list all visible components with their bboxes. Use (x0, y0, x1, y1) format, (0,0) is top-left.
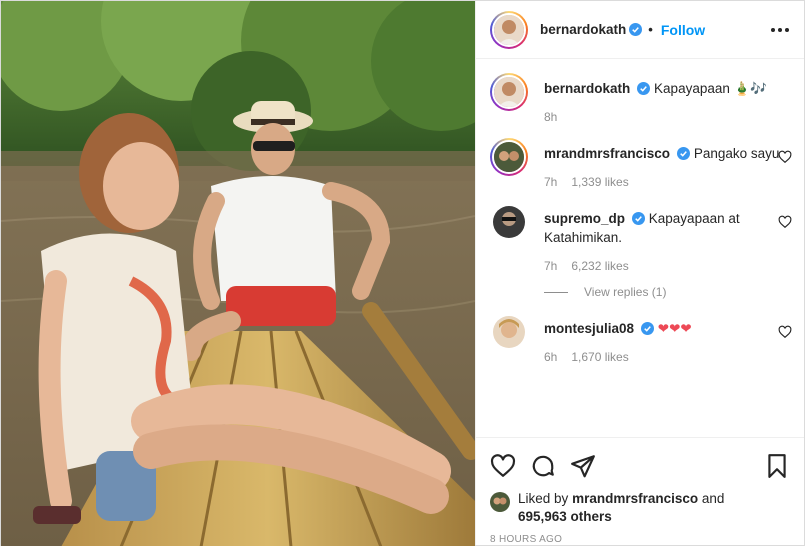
header-user: bernardokath • Follow (540, 22, 768, 38)
verified-icon (632, 212, 646, 225)
heart-icon[interactable] (490, 453, 516, 479)
comment-text: mrandmrsfrancisco Pangako sayu (544, 144, 792, 163)
verified-icon (641, 322, 655, 335)
action-bar: Liked by mrandmrsfrancisco and 695,963 o… (476, 437, 804, 545)
comment-likes[interactable]: 1,339 likes (571, 175, 628, 189)
replies-divider (544, 291, 568, 293)
comment-likes[interactable]: 1,670 likes (571, 350, 628, 364)
comment-row: montesjulia08 ❤❤❤ 6h 1,670 likes (490, 313, 792, 364)
likes-summary: Liked by mrandmrsfrancisco and 695,963 o… (490, 490, 790, 526)
verified-icon (629, 23, 643, 36)
post-timestamp[interactable]: 8 HOURS AGO (490, 534, 790, 545)
caption-avatar-image (494, 77, 524, 107)
comments-list[interactable]: bernardokath Kapayapaan 🎍🎶 8h mrandmrsfr… (476, 59, 804, 437)
author-avatar[interactable] (490, 10, 528, 49)
comment-body: Pangako sayu (693, 146, 780, 161)
caption-username[interactable]: bernardokath (544, 81, 630, 96)
comment-avatar[interactable] (493, 206, 525, 238)
comment-body: ❤❤❤ (657, 321, 692, 336)
likes-text: Liked by mrandmrsfrancisco and 695,963 o… (518, 490, 724, 526)
comment-heart-icon[interactable] (778, 325, 792, 339)
comment-username[interactable]: mrandmrsfrancisco (544, 146, 670, 161)
post-container: bernardokath • Follow bernardokath Kapay… (0, 0, 805, 546)
likes-middle: and (701, 491, 725, 506)
header-username[interactable]: bernardokath (540, 22, 626, 37)
view-replies-label: View replies (1) (584, 285, 667, 299)
view-replies-button[interactable]: View replies (1) (544, 285, 792, 299)
comment-avatar-image (493, 206, 525, 238)
more-options-icon[interactable] (768, 18, 792, 42)
comment-time: 7h (544, 259, 558, 273)
header-separator: • (648, 22, 653, 37)
comment-time: 7h (544, 175, 558, 189)
comment-heart-icon[interactable] (778, 150, 792, 164)
comment-row: supremo_dp Kapayapaan at Katahimikan. 7h… (490, 203, 792, 273)
caption-body: Kapayapaan 🎍🎶 (654, 81, 768, 96)
caption-avatar[interactable] (490, 73, 528, 111)
caption-text: bernardokath Kapayapaan 🎍🎶 (544, 79, 792, 98)
likes-prefix: Liked by (518, 491, 569, 506)
comment-avatar[interactable] (493, 316, 525, 348)
verified-icon (637, 82, 651, 95)
bookmark-icon[interactable] (764, 453, 790, 479)
author-avatar-image (494, 14, 524, 45)
liker-avatar-image (490, 492, 510, 512)
comment-avatar-image (494, 142, 524, 172)
likes-count[interactable]: 695,963 others (518, 509, 612, 524)
verified-icon (677, 147, 691, 160)
comment-icon[interactable] (530, 453, 556, 479)
comment-username[interactable]: supremo_dp (544, 211, 625, 226)
comment-time: 6h (544, 350, 558, 364)
photo-illustration (1, 1, 475, 546)
liker-avatar[interactable] (490, 492, 510, 512)
comment-likes[interactable]: 6,232 likes (571, 259, 628, 273)
caption-time: 8h (544, 110, 558, 124)
side-panel: bernardokath • Follow bernardokath Kapay… (475, 1, 804, 545)
comment-username[interactable]: montesjulia08 (544, 321, 634, 336)
share-icon[interactable] (570, 453, 596, 479)
comment-avatar[interactable] (490, 138, 528, 176)
post-photo[interactable] (1, 1, 475, 546)
comment-text: supremo_dp Kapayapaan at Katahimikan. (544, 209, 792, 247)
post-header: bernardokath • Follow (476, 1, 804, 59)
follow-button[interactable]: Follow (661, 22, 705, 38)
likes-user[interactable]: mrandmrsfrancisco (572, 491, 698, 506)
comment-row: mrandmrsfrancisco Pangako sayu 7h 1,339 … (490, 138, 792, 189)
caption-row: bernardokath Kapayapaan 🎍🎶 8h (490, 73, 792, 124)
comment-heart-icon[interactable] (778, 215, 792, 229)
comment-avatar-image (493, 316, 525, 348)
comment-text: montesjulia08 ❤❤❤ (544, 319, 792, 338)
